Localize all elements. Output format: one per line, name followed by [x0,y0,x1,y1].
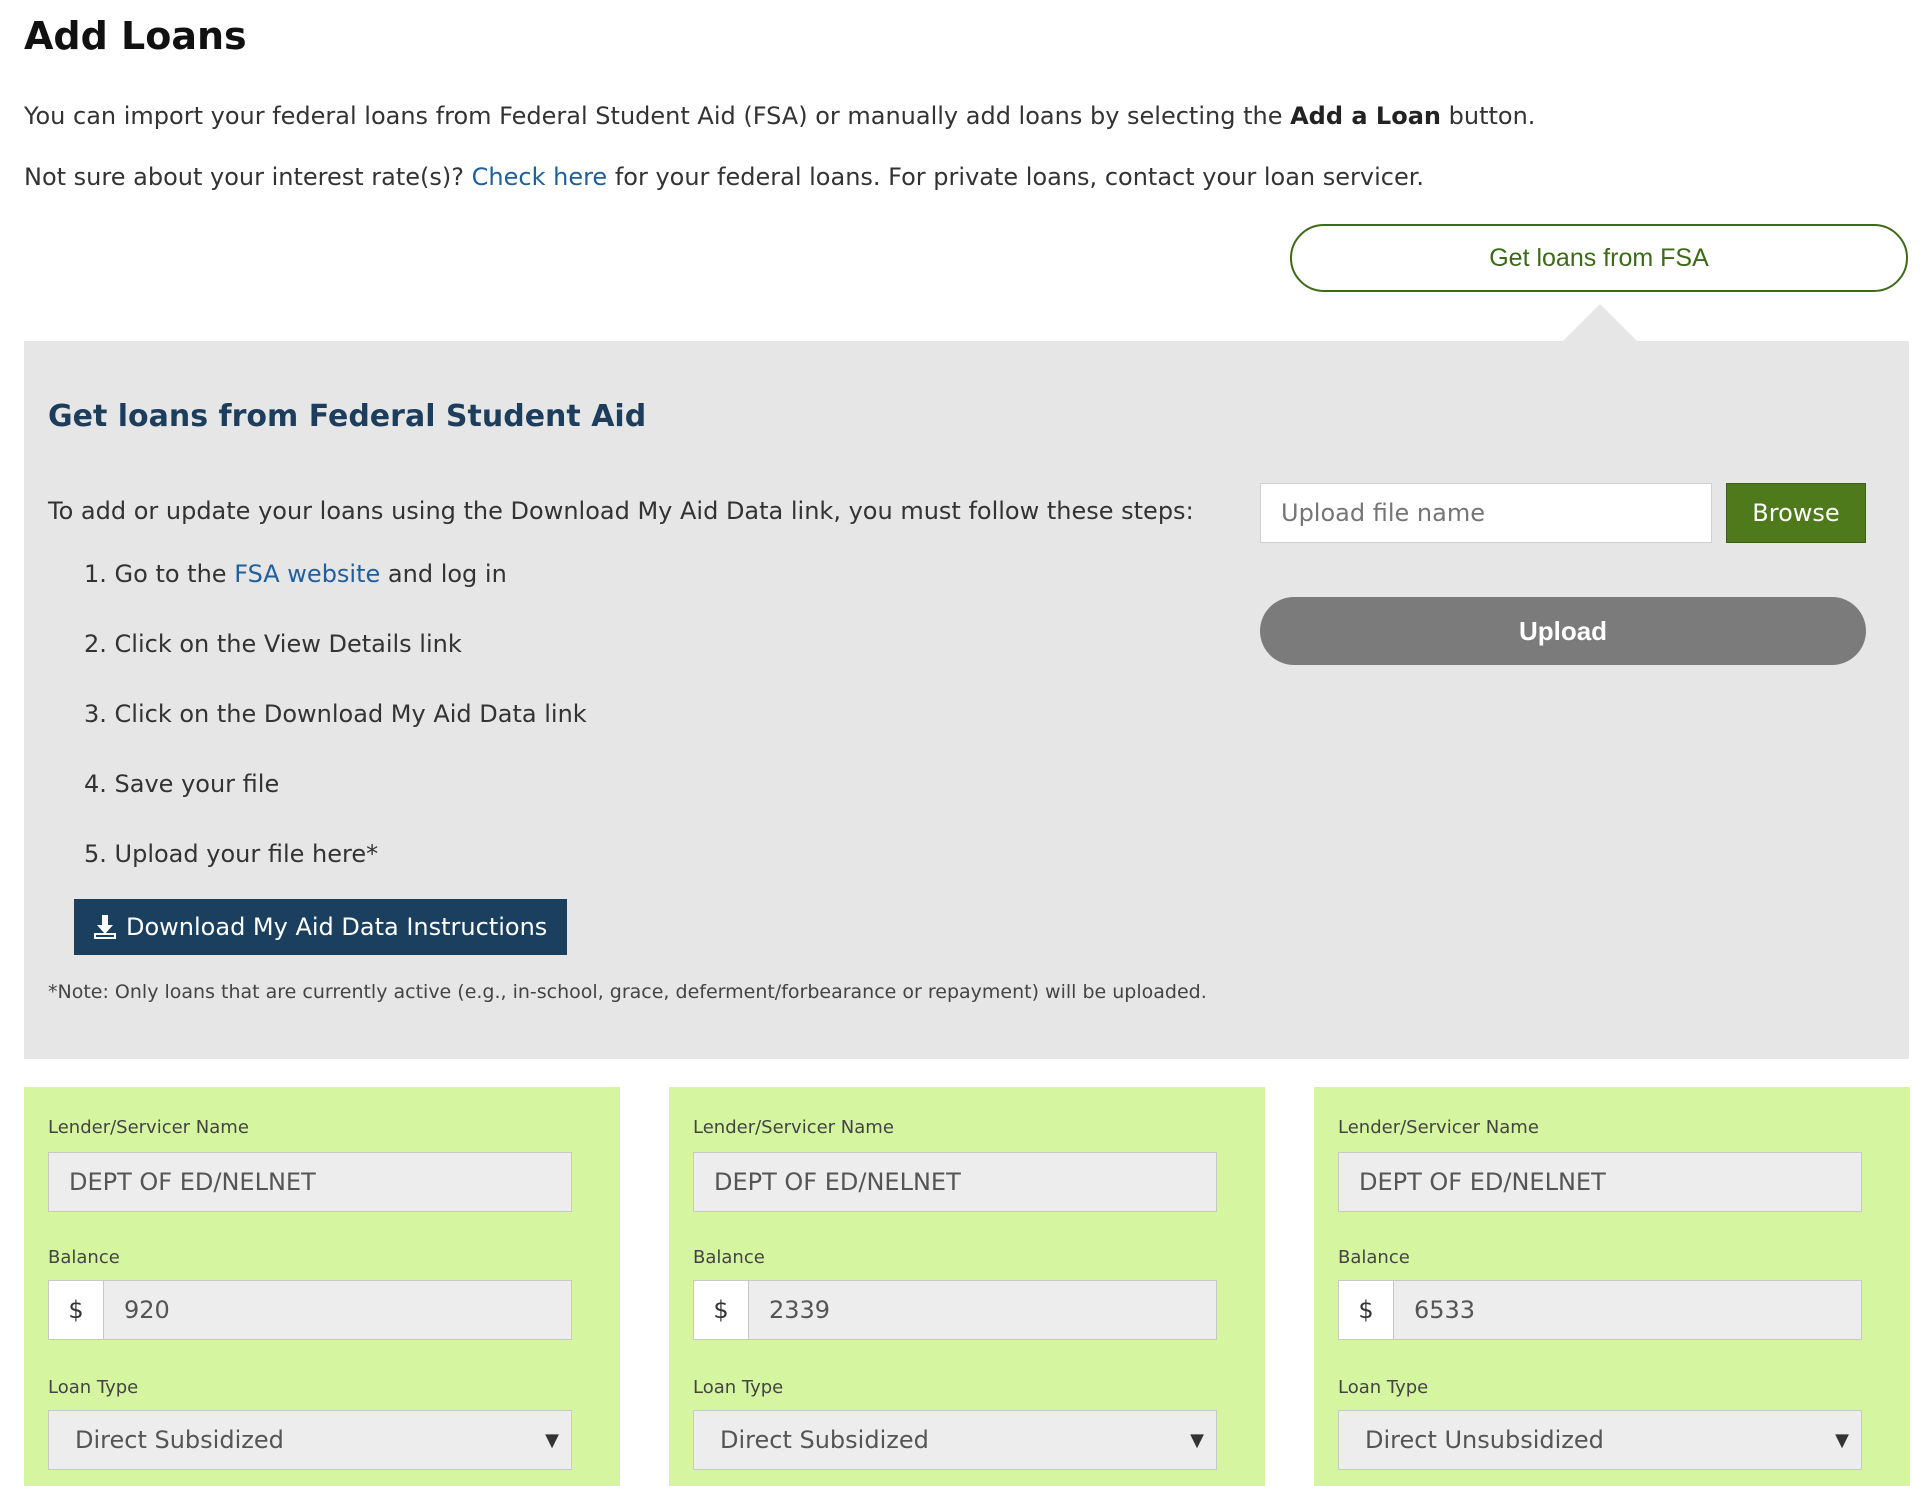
intro-paragraph-import: You can import your federal loans from F… [24,102,1535,130]
upload-file-name-input[interactable] [1260,483,1712,543]
loan-card: Lender/Servicer Name DEPT OF ED/NELNET B… [1314,1087,1910,1486]
fsa-panel-title: Get loans from Federal Student Aid [48,399,647,434]
get-loans-from-fsa-button[interactable]: Get loans from FSA [1290,224,1908,292]
loan-type-label: Loan Type [693,1377,784,1398]
add-a-loan-bold-text: Add a Loan [1290,102,1441,130]
fsa-panel: Get loans from Federal Student Aid To ad… [24,341,1909,1059]
step-item: 3. Click on the Download My Aid Data lin… [84,700,587,728]
intro-text: You can import your federal loans from F… [24,102,1291,130]
balance-field[interactable]: $ 6533 [1338,1280,1862,1340]
currency-symbol: $ [694,1281,749,1339]
step-item: 4. Save your file [84,770,280,798]
lender-field[interactable]: DEPT OF ED/NELNET [693,1152,1217,1212]
step-text-end: and log in [380,560,507,588]
balance-label: Balance [1338,1247,1410,1268]
balance-value: 2339 [769,1296,831,1324]
check-here-link[interactable]: Check here [472,163,608,191]
balance-value: 6533 [1414,1296,1476,1324]
page-title: Add Loans [24,14,247,58]
lender-label: Lender/Servicer Name [693,1117,894,1138]
loan-type-value: Direct Unsubsidized [1365,1426,1604,1454]
chevron-down-icon: ▼ [1190,1429,1204,1451]
upload-button[interactable]: Upload [1260,597,1866,665]
balance-value: 920 [124,1296,170,1324]
fsa-website-link[interactable]: FSA website [234,560,380,588]
lender-field[interactable]: DEPT OF ED/NELNET [48,1152,572,1212]
loan-type-value: Direct Subsidized [720,1426,929,1454]
step-item: 2. Click on the View Details link [84,630,462,658]
steps-list: 1. Go to the FSA website and log in 2. C… [84,559,587,909]
lender-label: Lender/Servicer Name [1338,1117,1539,1138]
loan-card: Lender/Servicer Name DEPT OF ED/NELNET B… [669,1087,1265,1486]
chevron-down-icon: ▼ [1835,1429,1849,1451]
balance-label: Balance [48,1247,120,1268]
steps-intro: To add or update your loans using the Do… [48,497,1194,525]
download-instructions-button[interactable]: Download My Aid Data Instructions [74,899,568,955]
interest-text: Not sure about your interest rate(s)? [24,163,472,191]
panel-pointer [1562,304,1638,342]
loan-card: Lender/Servicer Name DEPT OF ED/NELNET B… [24,1087,620,1486]
loan-type-label: Loan Type [48,1377,139,1398]
loan-type-select[interactable]: Direct Subsidized ▼ [693,1410,1217,1470]
browse-button[interactable]: Browse [1726,483,1866,543]
download-instructions-label: Download My Aid Data Instructions [126,913,548,941]
loan-type-select[interactable]: Direct Unsubsidized ▼ [1338,1410,1862,1470]
download-icon [94,915,116,939]
lender-label: Lender/Servicer Name [48,1117,249,1138]
interest-text-end: for your federal loans. For private loan… [607,163,1425,191]
balance-label: Balance [693,1247,765,1268]
step-text: 1. Go to the [84,560,235,588]
step-item: 1. Go to the FSA website and log in [84,559,587,629]
balance-field[interactable]: $ 2339 [693,1280,1217,1340]
loan-type-select[interactable]: Direct Subsidized ▼ [48,1410,572,1470]
loan-type-value: Direct Subsidized [75,1426,284,1454]
balance-field[interactable]: $ 920 [48,1280,572,1340]
intro-paragraph-interest: Not sure about your interest rate(s)? Ch… [24,163,1424,191]
lender-field[interactable]: DEPT OF ED/NELNET [1338,1152,1862,1212]
intro-text-end: button. [1441,102,1536,130]
add-loans-page: Add Loans You can import your federal lo… [24,0,1910,1486]
loan-type-label: Loan Type [1338,1377,1429,1398]
upload-note: *Note: Only loans that are currently act… [48,981,1207,1003]
currency-symbol: $ [49,1281,104,1339]
chevron-down-icon: ▼ [545,1429,559,1451]
currency-symbol: $ [1339,1281,1394,1339]
